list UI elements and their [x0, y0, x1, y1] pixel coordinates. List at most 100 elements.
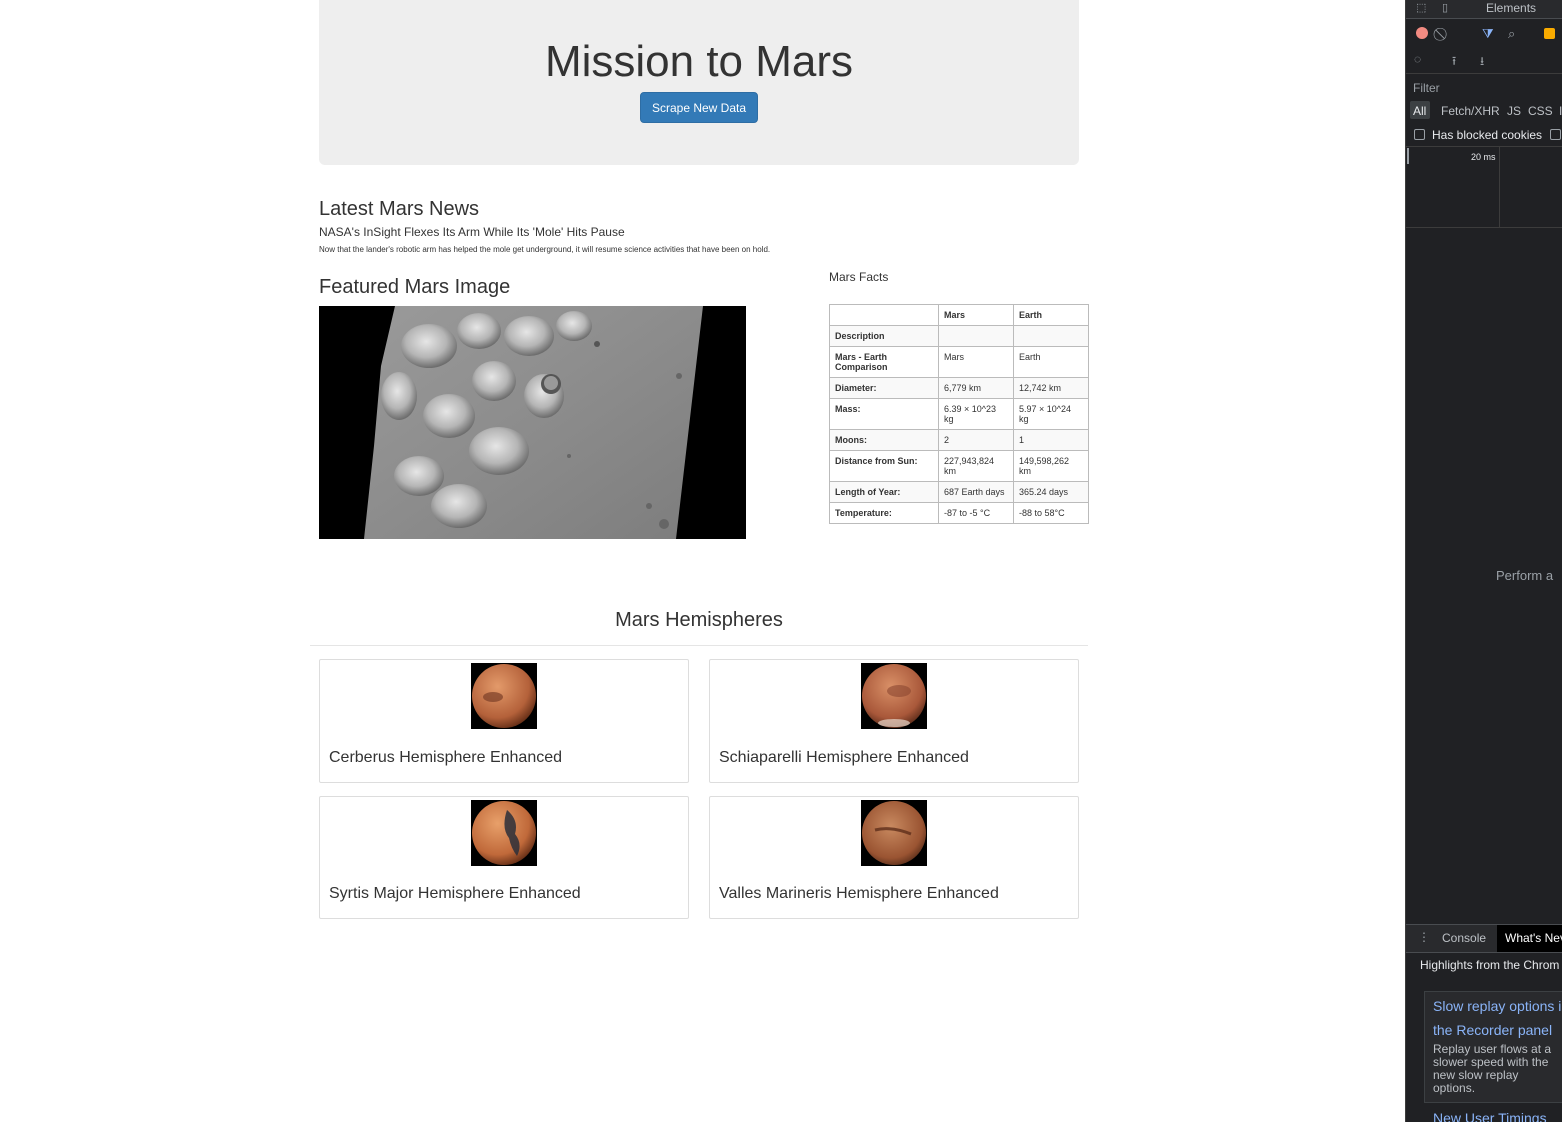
hemisphere-card-cerberus[interactable]: Cerberus Hemisphere Enhanced: [319, 659, 689, 783]
filter-css[interactable]: CSS: [1528, 104, 1553, 118]
featured-mars-image[interactable]: [319, 306, 746, 539]
table-row: Temperature: -87 to -5 °C -88 to 58°C: [829, 502, 1089, 524]
hemisphere-card-schiaparelli[interactable]: Schiaparelli Hemisphere Enhanced: [709, 659, 1079, 783]
filter-js[interactable]: JS: [1507, 104, 1521, 118]
drawer-menu-icon[interactable]: ⋮: [1418, 930, 1430, 944]
row-label: Moons:: [829, 429, 939, 451]
mars-globe-image: [862, 664, 926, 728]
whats-new-title-line2[interactable]: the Recorder panel: [1433, 1022, 1552, 1038]
mars-globe-image: [862, 801, 926, 865]
hemisphere-title[interactable]: Schiaparelli Hemisphere Enhanced: [719, 749, 969, 767]
tab-whats-new[interactable]: What's Nev: [1505, 931, 1562, 945]
preserve-log-checkbox[interactable]: [1544, 28, 1555, 39]
drawer-tab-bar: ⋮ Console What's Nev: [1406, 924, 1562, 953]
mars-globe-image: [472, 664, 536, 728]
mars-facts-table: Mars Earth Description Mars - Earth Comp…: [829, 304, 1089, 524]
upload-icon[interactable]: ⭱: [1452, 52, 1456, 73]
facts-header-earth: Earth: [1013, 304, 1089, 326]
row-label: Description: [829, 325, 939, 347]
earth-value: [1013, 325, 1089, 347]
web-page: Mission to Mars Scrape New Data Latest M…: [0, 0, 1405, 1122]
blocked-requests-checkbox[interactable]: [1550, 129, 1561, 140]
record-icon[interactable]: [1416, 27, 1428, 39]
mars-value: Mars: [938, 346, 1014, 378]
whats-new-item2-title[interactable]: New User Timings: [1433, 1110, 1547, 1122]
whats-new-card[interactable]: Slow replay options i the Recorder panel…: [1424, 991, 1562, 1103]
empty-state-text: Perform a: [1496, 568, 1554, 583]
table-row: Moons: 2 1: [829, 429, 1089, 451]
facts-caption: Mars Facts: [829, 270, 889, 284]
hemisphere-title[interactable]: Syrtis Major Hemisphere Enhanced: [329, 885, 581, 903]
earth-value: 5.97 × 10^24 kg: [1013, 398, 1089, 430]
page-title: Mission to Mars: [544, 37, 854, 86]
search-icon[interactable]: ⌕: [1508, 26, 1515, 42]
earth-value: 365.24 days: [1013, 481, 1089, 503]
row-label: Distance from Sun:: [829, 450, 939, 482]
row-label: Diameter:: [829, 377, 939, 399]
row-label: Length of Year:: [829, 481, 939, 503]
blocked-cookies-checkbox[interactable]: [1414, 129, 1425, 140]
divider: [1406, 73, 1562, 74]
tab-elements[interactable]: Elements: [1486, 1, 1536, 15]
facts-header-blank: [829, 304, 939, 326]
mars-value: [938, 325, 1014, 347]
tab-console[interactable]: Console: [1442, 931, 1486, 945]
divider: [310, 645, 1088, 646]
mars-surface-image: [364, 306, 703, 539]
news-title: NASA's InSight Flexes Its Arm While Its …: [319, 225, 625, 239]
table-row: Mars - Earth Comparison Mars Earth: [829, 346, 1089, 378]
mars-value: 6,779 km: [938, 377, 1014, 399]
timeline-gridline: [1499, 147, 1500, 227]
timeline-marker: [1407, 148, 1409, 164]
news-heading: Latest Mars News: [319, 198, 480, 220]
devtools-panel: ⬚ ▯ Elements ⃠ ⧩ ⌕ ◌ ⭱ ⭳ Filter All Fetc…: [1405, 0, 1562, 1122]
mars-value: -87 to -5 °C: [938, 502, 1014, 524]
mars-globe-image: [472, 801, 536, 865]
hemisphere-thumbnail[interactable]: [861, 800, 927, 866]
jumbotron: Mission to Mars Scrape New Data: [319, 0, 1079, 165]
earth-value: 1: [1013, 429, 1089, 451]
hemisphere-thumbnail[interactable]: [471, 800, 537, 866]
scrape-new-data-button[interactable]: Scrape New Data: [640, 92, 758, 123]
hemisphere-card-syrtis-major[interactable]: Syrtis Major Hemisphere Enhanced: [319, 796, 689, 919]
mars-value: 687 Earth days: [938, 481, 1014, 503]
earth-value: -88 to 58°C: [1013, 502, 1089, 524]
timeline-tick: 20 ms: [1471, 152, 1496, 162]
hemisphere-title[interactable]: Cerberus Hemisphere Enhanced: [329, 749, 562, 767]
blocked-cookies-label: Has blocked cookies: [1432, 128, 1543, 142]
news-paragraph: Now that the lander's robotic arm has he…: [319, 245, 771, 254]
table-row: Description: [829, 325, 1089, 347]
table-row: Mass: 6.39 × 10^23 kg 5.97 × 10^24 kg: [829, 398, 1089, 430]
earth-value: 149,598,262 km: [1013, 450, 1089, 482]
filter-all[interactable]: All: [1413, 104, 1426, 118]
row-label: Temperature:: [829, 502, 939, 524]
mars-value: 2: [938, 429, 1014, 451]
filter-fetch-xhr[interactable]: Fetch/XHR: [1441, 104, 1500, 118]
filter-icon[interactable]: ⧩: [1482, 26, 1494, 42]
hemisphere-thumbnail[interactable]: [861, 663, 927, 729]
hemisphere-title[interactable]: Valles Marineris Hemisphere Enhanced: [719, 885, 999, 903]
filter-label[interactable]: Filter: [1413, 81, 1440, 95]
featured-image-heading: Featured Mars Image: [319, 276, 511, 298]
divider: [1406, 146, 1562, 147]
earth-value: Earth: [1013, 346, 1089, 378]
divider: [1406, 227, 1562, 228]
network-conditions-icon[interactable]: ◌: [1414, 52, 1421, 66]
row-label: Mars - Earth Comparison: [829, 346, 939, 378]
whats-new-title-line1[interactable]: Slow replay options i: [1433, 998, 1561, 1014]
devtools-tab-bar: ⬚ ▯ Elements: [1406, 0, 1562, 19]
highlights-heading: Highlights from the Chrom: [1420, 958, 1560, 972]
hemisphere-card-valles-marineris[interactable]: Valles Marineris Hemisphere Enhanced: [709, 796, 1079, 919]
mars-value: 6.39 × 10^23 kg: [938, 398, 1014, 430]
download-icon[interactable]: ⭳: [1480, 52, 1484, 73]
device-toolbar-icon[interactable]: ▯: [1442, 1, 1448, 14]
table-row: Distance from Sun: 227,943,824 km 149,59…: [829, 450, 1089, 482]
earth-value: 12,742 km: [1013, 377, 1089, 399]
whats-new-desc-line4: options.: [1433, 1081, 1476, 1095]
table-row: Diameter: 6,779 km 12,742 km: [829, 377, 1089, 399]
hemispheres-heading: Mars Hemispheres: [615, 609, 783, 631]
hemisphere-thumbnail[interactable]: [471, 663, 537, 729]
mars-value: 227,943,824 km: [938, 450, 1014, 482]
table-row: Length of Year: 687 Earth days 365.24 da…: [829, 481, 1089, 503]
inspect-element-icon[interactable]: ⬚: [1416, 1, 1426, 14]
